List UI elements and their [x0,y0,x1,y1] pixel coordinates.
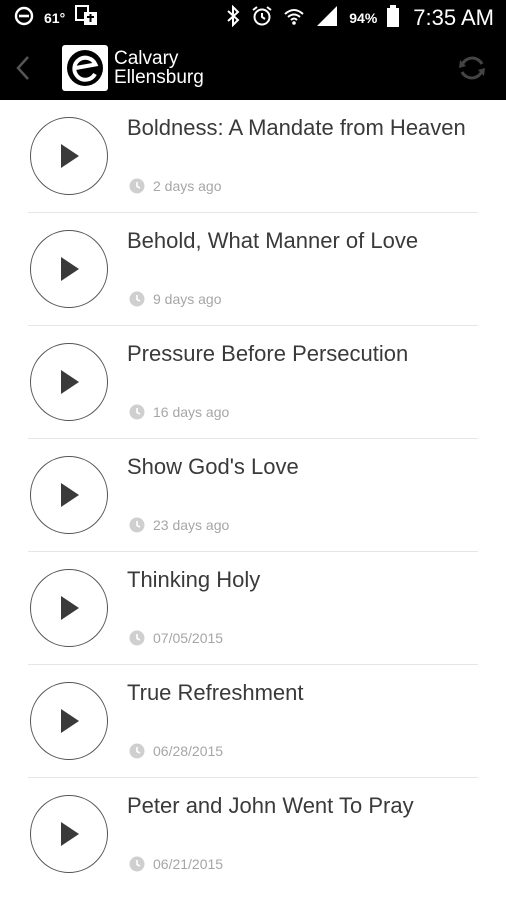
sermon-item[interactable]: True Refreshment 06/28/2015 [28,665,478,778]
sermon-title: Behold, What Manner of Love [127,228,419,253]
play-button[interactable] [30,456,108,534]
battery-icon [387,4,400,32]
refresh-button[interactable] [456,52,488,84]
clock-icon [129,743,145,759]
sermon-date: 07/05/2015 [153,630,224,646]
play-icon [61,709,79,733]
sermon-item[interactable]: Peter and John Went To Pray 06/21/2015 [28,778,478,891]
sermon-date: 16 days ago [153,404,230,420]
sermon-title: Thinking Holy [127,567,261,592]
play-button[interactable] [30,569,108,647]
sermon-date: 06/28/2015 [153,743,224,759]
signal-icon [315,5,339,31]
sermon-date: 06/21/2015 [153,856,224,872]
sermon-date: 23 days ago [153,517,230,533]
battery-percent: 94% [349,10,378,26]
clock-icon [129,291,145,307]
alarm-icon [251,5,273,32]
play-button[interactable] [30,343,108,421]
church-logo [62,45,108,91]
sermon-title: True Refreshment [127,680,304,705]
clock-icon [129,517,145,533]
app-bar: Calvary Ellensburg [0,36,506,100]
sermon-date: 2 days ago [153,178,222,194]
sermon-item[interactable]: Pressure Before Persecution 16 days ago [28,326,478,439]
sermon-date-row: 2 days ago [129,178,222,194]
church-name: Calvary Ellensburg [114,49,204,87]
back-button[interactable] [14,48,44,88]
play-button[interactable] [30,230,108,308]
sermon-title: Boldness: A Mandate from Heaven [127,115,466,140]
sermon-date-row: 06/28/2015 [129,743,223,759]
clock-icon [129,178,145,194]
play-button[interactable] [30,117,108,195]
sermon-list: Boldness: A Mandate from Heaven 2 days a… [28,100,478,891]
play-icon [61,596,79,620]
play-icon [61,483,79,507]
sermon-date: 9 days ago [153,291,222,307]
play-icon [61,370,79,394]
status-bar: 61° 94% 7:35 AM [0,0,506,36]
translate-icon [75,4,99,32]
sermon-item[interactable]: Boldness: A Mandate from Heaven 2 days a… [28,100,478,213]
clock-icon [129,630,145,646]
sermon-date-row: 06/21/2015 [129,856,223,872]
sermon-item[interactable]: Behold, What Manner of Love 9 days ago [28,213,478,326]
play-button[interactable] [30,682,108,760]
clock-icon [129,404,145,420]
sermon-title: Peter and John Went To Pray [127,793,414,818]
refresh-icon [459,56,485,80]
logo-e-icon [67,50,103,86]
wifi-icon [283,5,305,32]
church-name-line1: Calvary [114,48,179,69]
play-icon [61,257,79,281]
sermon-date-row: 23 days ago [129,517,229,533]
temperature-text: 61° [44,10,66,26]
sermon-date-row: 9 days ago [129,291,222,307]
sermon-item[interactable]: Thinking Holy 07/05/2015 [28,552,478,665]
sermon-date-row: 16 days ago [129,404,229,420]
sermon-item[interactable]: Show God's Love 23 days ago [28,439,478,552]
chevron-left-icon [16,56,29,80]
clock-icon [129,856,145,872]
play-button[interactable] [30,795,108,873]
status-right: 94% 7:35 AM [225,4,494,32]
do-not-disturb-icon [14,6,34,31]
clock-time: 7:35 AM [413,5,494,30]
status-left: 61° [14,4,99,32]
bluetooth-icon [225,4,241,32]
play-icon [61,822,79,846]
sermon-date-row: 07/05/2015 [129,630,223,646]
sermon-title: Pressure Before Persecution [127,341,409,366]
church-name-line2: Ellensburg [114,67,204,88]
play-icon [61,144,79,168]
sermon-title: Show God's Love [127,454,299,479]
